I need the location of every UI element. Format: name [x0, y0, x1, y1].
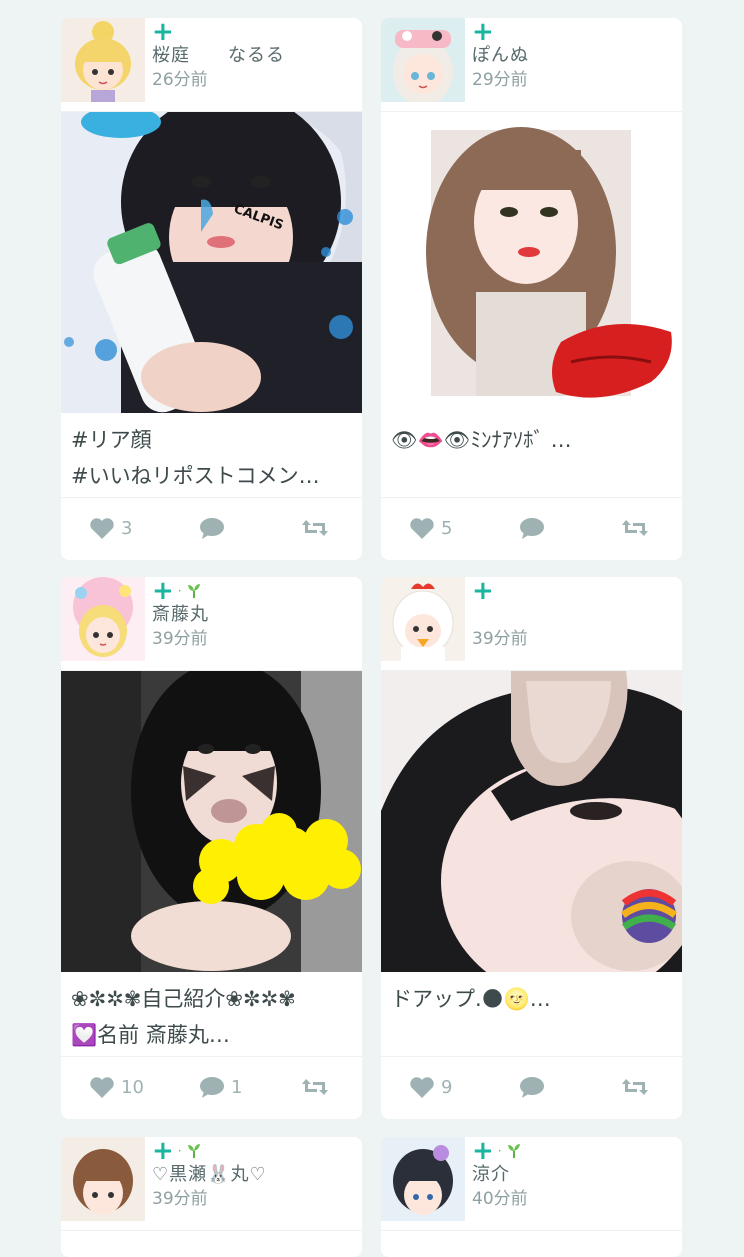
- post-actions: 5: [381, 497, 682, 560]
- sprout-icon: [507, 1144, 520, 1158]
- post-actions: 3: [61, 497, 362, 560]
- comment-icon: [520, 1077, 544, 1098]
- post-caption[interactable]: #リア顔 #いいねリポストコメン…: [71, 422, 354, 494]
- sprout-icon: [187, 584, 200, 598]
- post-photo[interactable]: [381, 112, 682, 413]
- like-count: 3: [121, 517, 133, 539]
- username[interactable]: [472, 603, 676, 627]
- repost-icon: [622, 520, 648, 536]
- post-caption[interactable]: ❀✼✲✾自己紹介❀✼✲✾ 💟名前 斎藤丸…: [71, 981, 354, 1053]
- post-header: + · 斎藤丸 39分前: [61, 577, 362, 671]
- repost-icon: [302, 1079, 328, 1095]
- username[interactable]: ぽんぬ: [472, 44, 676, 68]
- repost-icon: [302, 520, 328, 536]
- post-actions: 10 1: [61, 1056, 362, 1119]
- comment-button[interactable]: [519, 1074, 551, 1100]
- username[interactable]: 斎藤丸: [152, 603, 356, 627]
- user-avatar[interactable]: [381, 1137, 465, 1221]
- post-time: 29分前: [472, 70, 528, 90]
- like-count: 9: [441, 1076, 453, 1098]
- post-time: 26分前: [152, 70, 208, 90]
- post-caption[interactable]: ドアップ.🌑🌝…: [391, 981, 674, 1017]
- heart-icon: [90, 518, 114, 539]
- post-header: + · ♡黒瀬🐰丸♡ 39分前: [61, 1137, 362, 1231]
- follow-plus-icon[interactable]: +: [472, 19, 494, 45]
- post-card[interactable]: + · 斎藤丸 39分前 ❀✼✲✾自己紹介❀✼✲✾ 💟名前 斎藤丸… 10 1: [61, 577, 362, 1119]
- separator-dot: ·: [177, 1144, 182, 1158]
- comment-button[interactable]: 1: [199, 1074, 242, 1100]
- heart-icon: [410, 518, 434, 539]
- user-avatar[interactable]: [61, 577, 145, 661]
- heart-icon: [410, 1077, 434, 1098]
- sprout-icon: [187, 1144, 200, 1158]
- caption-line: ❀✼✲✾自己紹介❀✼✲✾: [71, 987, 296, 1011]
- caption-line: #いいねリポストコメン…: [71, 464, 320, 488]
- caption-line: ドアップ.🌑🌝…: [391, 987, 551, 1011]
- follow-plus-icon[interactable]: +: [152, 578, 174, 604]
- user-avatar[interactable]: [381, 577, 465, 661]
- user-avatar[interactable]: [61, 18, 145, 102]
- post-time: 39分前: [152, 1189, 208, 1209]
- separator-dot: ·: [177, 584, 182, 598]
- post-header: + ぽんぬ 29分前: [381, 18, 682, 112]
- like-count: 5: [441, 517, 453, 539]
- follow-plus-icon[interactable]: +: [472, 1138, 494, 1164]
- username[interactable]: 桜庭 なるる: [152, 44, 356, 68]
- post-photo[interactable]: [381, 671, 682, 972]
- like-button[interactable]: 5: [409, 515, 452, 541]
- repost-button[interactable]: [301, 515, 329, 541]
- post-caption[interactable]: 👁👄👁ﾐﾝﾅｱｿﾎﾞ …: [391, 422, 674, 458]
- like-button[interactable]: 3: [89, 515, 132, 541]
- separator-dot: ·: [497, 1144, 502, 1158]
- post-header: + 桜庭 なるる 26分前: [61, 18, 362, 112]
- username[interactable]: ♡黒瀬🐰丸♡: [152, 1163, 356, 1187]
- user-avatar[interactable]: [381, 18, 465, 102]
- post-photo[interactable]: CALPIS: [61, 112, 362, 413]
- comment-count: 1: [231, 1076, 243, 1098]
- like-count: 10: [121, 1076, 144, 1098]
- post-header: + 39分前: [381, 577, 682, 671]
- post-card[interactable]: + 桜庭 なるる 26分前 CALPIS #リア顔 #いいねリポストコメン… 3: [61, 18, 362, 560]
- post-header: + · 涼介 40分前: [381, 1137, 682, 1231]
- post-card[interactable]: + ぽんぬ 29分前 👁👄👁ﾐﾝﾅｱｿﾎﾞ … 5: [381, 18, 682, 560]
- repost-icon: [622, 1079, 648, 1095]
- comment-icon: [520, 518, 544, 539]
- post-actions: 9: [381, 1056, 682, 1119]
- like-button[interactable]: 10: [89, 1074, 144, 1100]
- comment-icon: [200, 518, 224, 539]
- comment-button[interactable]: [199, 515, 231, 541]
- repost-button[interactable]: [621, 515, 649, 541]
- caption-line: 💟名前 斎藤丸…: [71, 1023, 230, 1047]
- post-time: 39分前: [472, 629, 528, 649]
- post-time: 40分前: [472, 1189, 528, 1209]
- caption-line: #リア顔: [71, 428, 152, 452]
- follow-plus-icon[interactable]: +: [472, 578, 494, 604]
- username[interactable]: 涼介: [472, 1163, 676, 1187]
- follow-plus-icon[interactable]: +: [152, 19, 174, 45]
- post-card[interactable]: + 39分前 ドアップ.🌑🌝… 9: [381, 577, 682, 1119]
- repost-button[interactable]: [301, 1074, 329, 1100]
- follow-plus-icon[interactable]: +: [152, 1138, 174, 1164]
- heart-icon: [90, 1077, 114, 1098]
- user-avatar[interactable]: [61, 1137, 145, 1221]
- post-time: 39分前: [152, 629, 208, 649]
- comment-icon: [200, 1077, 224, 1098]
- like-button[interactable]: 9: [409, 1074, 452, 1100]
- repost-button[interactable]: [621, 1074, 649, 1100]
- caption-line: 👁👄👁ﾐﾝﾅｱｿﾎﾞ …: [391, 428, 572, 452]
- post-card[interactable]: + · ♡黒瀬🐰丸♡ 39分前: [61, 1137, 362, 1257]
- post-photo[interactable]: [61, 671, 362, 972]
- post-card[interactable]: + · 涼介 40分前: [381, 1137, 682, 1257]
- comment-button[interactable]: [519, 515, 551, 541]
